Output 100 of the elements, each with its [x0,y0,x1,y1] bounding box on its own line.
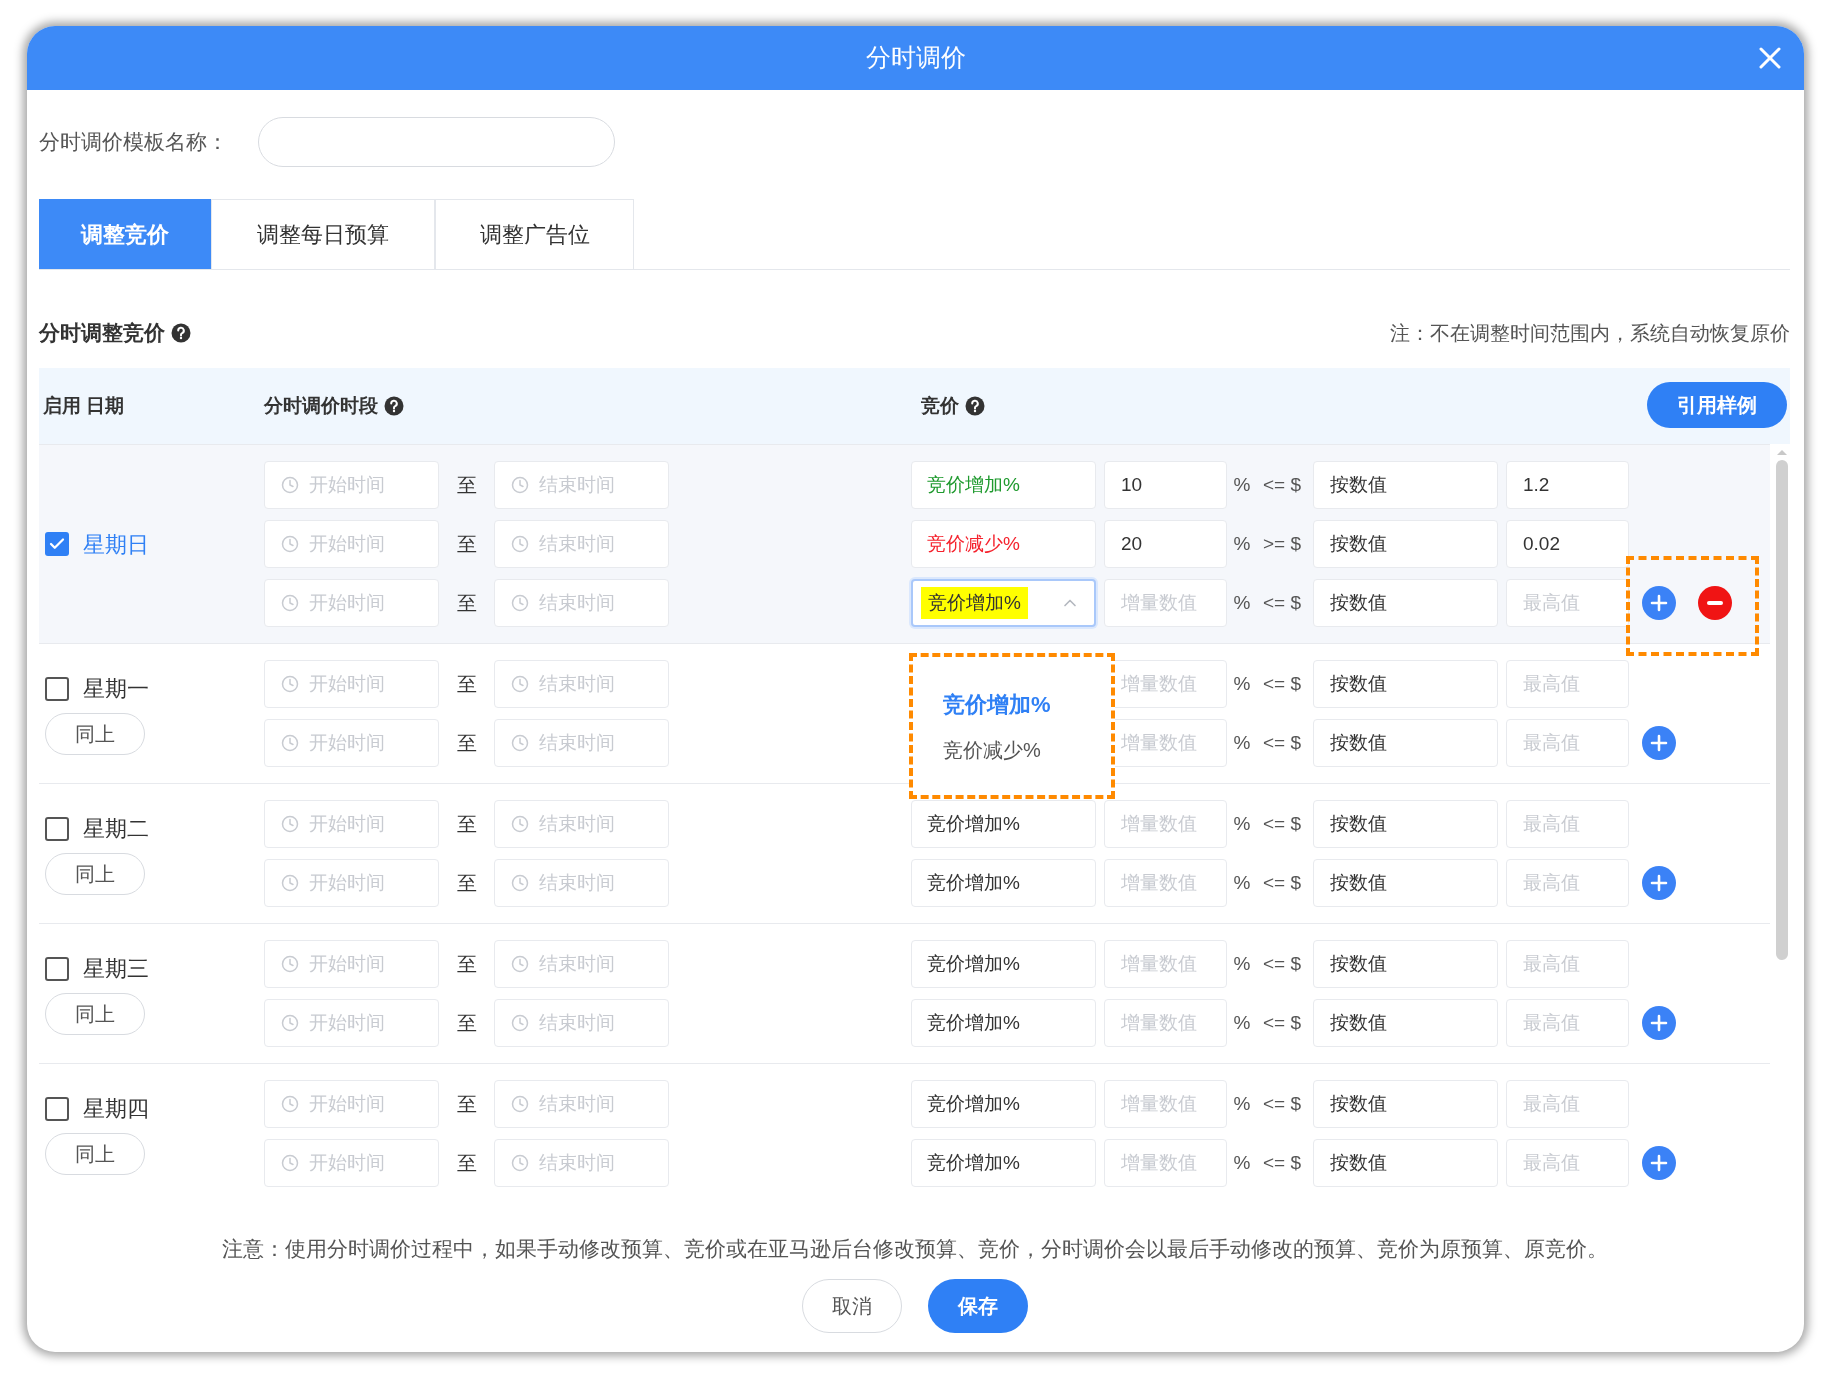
add-button[interactable] [1642,586,1676,620]
bid-type-select[interactable]: 竞价增加% [911,999,1096,1047]
percent-label: % [1232,590,1252,615]
help-icon[interactable] [965,396,985,416]
save-button[interactable]: 保存 [927,1278,1028,1333]
template-name-label: 分时调价模板名称： [39,129,228,156]
basis-select[interactable]: 按数值 [1313,719,1498,767]
remove-button[interactable] [1698,586,1732,620]
add-button[interactable] [1642,866,1676,900]
to-label: 至 [455,871,478,896]
same-as-above-button[interactable]: 同上 [45,993,145,1035]
clock-icon [511,594,529,612]
checkbox[interactable] [45,956,69,981]
to-label: 至 [455,731,478,756]
same-as-above-button[interactable]: 同上 [45,1133,145,1175]
help-icon[interactable] [384,396,404,416]
operator-label: <= $ [1261,1091,1302,1116]
day-label: 星期二 [83,815,149,843]
clock-icon [511,815,529,833]
percent-label: % [1232,951,1252,976]
day-label: 星期四 [83,1095,149,1123]
tab[interactable]: 调整广告位 [435,199,634,269]
operator-label: <= $ [1261,1150,1302,1175]
basis-select[interactable]: 按数值 [1313,579,1498,627]
basis-select[interactable]: 按数值 [1313,999,1498,1047]
day-label: 星期一 [83,675,149,703]
percent-label: % [1232,811,1252,836]
operator-label: <= $ [1261,951,1302,976]
checkbox[interactable] [45,532,69,556]
percent-label: % [1232,1010,1252,1035]
to-label: 至 [455,473,478,498]
to-label: 至 [455,1092,478,1117]
amount-field[interactable]: 20 [1104,520,1227,568]
basis-select[interactable]: 按数值 [1313,660,1498,708]
tab[interactable]: 调整每日预算 [211,199,435,269]
add-button[interactable] [1642,1146,1676,1180]
percent-label: % [1232,531,1252,556]
clock-icon [281,476,299,494]
basis-select[interactable]: 按数值 [1313,1080,1498,1128]
bid-type-select[interactable]: 竞价增加% [911,1139,1096,1187]
section-note: 注：不在调整时间范围内，系统自动恢复原价 [1390,321,1790,346]
minus-icon [1707,601,1723,605]
basis-select[interactable]: 按数值 [1313,859,1498,907]
plus-icon [1650,734,1668,752]
same-as-above-button[interactable]: 同上 [45,713,145,755]
clock-icon [511,476,529,494]
operator-label: >= $ [1261,531,1302,556]
operator-label: <= $ [1261,671,1302,696]
operator-label: <= $ [1261,811,1302,836]
section-title: 分时调整竞价 [39,320,165,347]
help-icon[interactable] [171,323,191,343]
add-button[interactable] [1642,1006,1676,1040]
clock-icon [281,734,299,752]
basis-select[interactable]: 按数值 [1313,1139,1498,1187]
operator-label: <= $ [1261,472,1302,497]
sample-button[interactable]: 引用样例 [1647,382,1787,428]
day-label: 星期日 [83,530,149,559]
to-label: 至 [455,952,478,977]
cancel-button[interactable]: 取消 [801,1278,902,1333]
clock-icon [511,874,529,892]
clock-icon [281,594,299,612]
column-header: 竞价 [921,393,959,418]
clock-icon [511,955,529,973]
limit-field[interactable]: 1.2 [1506,461,1629,509]
to-label: 至 [455,812,478,837]
bid-type-select[interactable]: 竞价减少% [911,520,1096,568]
clock-icon [511,535,529,553]
checkbox[interactable] [45,676,69,701]
percent-label: % [1232,1091,1252,1116]
bid-type-select[interactable]: 竞价增加% [911,461,1096,509]
bid-type-select[interactable]: 竞价增加% [911,579,1096,627]
to-label: 至 [455,1011,478,1036]
clock-icon [511,1154,529,1172]
to-label: 至 [455,532,478,557]
column-header: 启用 日期 [43,393,125,418]
plus-icon [1650,1154,1668,1172]
same-as-above-button[interactable]: 同上 [45,853,145,895]
basis-select[interactable]: 按数值 [1313,461,1498,509]
percent-label: % [1232,1150,1252,1175]
clock-icon [281,955,299,973]
bid-type-select[interactable]: 竞价增加% [911,800,1096,848]
add-button[interactable] [1642,726,1676,760]
basis-select[interactable]: 按数值 [1313,800,1498,848]
bid-type-select[interactable]: 竞价增加% [911,1080,1096,1128]
checkbox[interactable] [45,816,69,841]
clock-icon [511,1014,529,1032]
tab[interactable]: 调整竞价 [39,199,211,269]
clock-icon [281,535,299,553]
basis-select[interactable]: 按数值 [1313,940,1498,988]
basis-select[interactable]: 按数值 [1313,520,1498,568]
template-name-field[interactable] [258,117,615,167]
checkbox[interactable] [45,1096,69,1121]
operator-label: <= $ [1261,730,1302,755]
limit-field[interactable]: 0.02 [1506,520,1629,568]
bid-type-select[interactable]: 竞价增加% [911,859,1096,907]
to-label: 至 [455,591,478,616]
bid-type-select[interactable]: 竞价增加% [911,940,1096,988]
clock-icon [281,815,299,833]
amount-field[interactable]: 10 [1104,461,1227,509]
plus-icon [1650,874,1668,892]
